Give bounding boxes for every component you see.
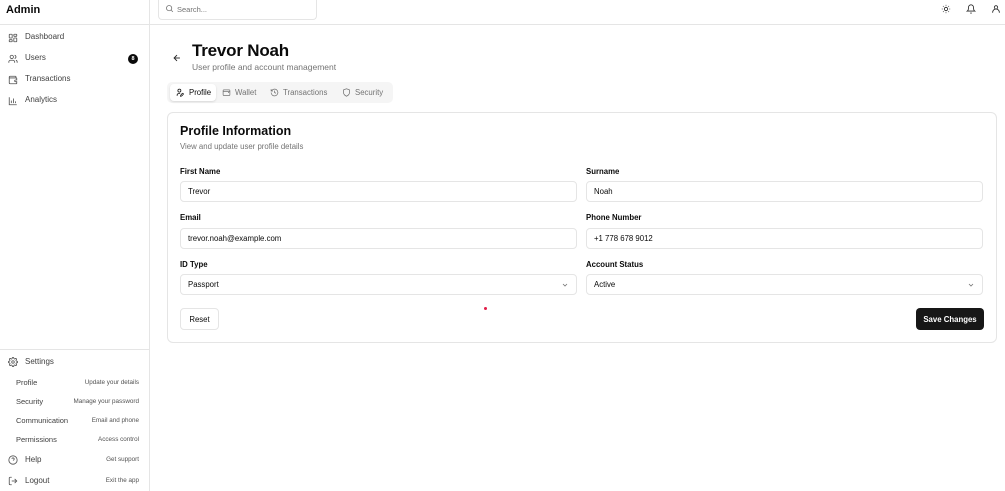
back-arrow-icon[interactable] — [172, 53, 182, 63]
sidebar-item-dashboard[interactable]: Dashboard — [0, 29, 149, 47]
sidebar-item-label: Dashboard — [25, 32, 65, 41]
id-type-select[interactable]: Passport — [180, 274, 577, 295]
bar-chart-icon — [8, 96, 18, 106]
gear-icon — [8, 357, 18, 367]
sidebar-item-settings[interactable]: Settings — [0, 354, 149, 370]
settings-item-label: Security — [16, 397, 44, 406]
search-box[interactable] — [158, 0, 317, 20]
settings-item-permissions[interactable]: Permissions Access control — [0, 433, 149, 447]
settings-item-profile[interactable]: Profile Update your details — [0, 376, 149, 390]
sidebar-item-label: Users — [25, 53, 46, 62]
users-count-badge: 8 — [128, 54, 138, 64]
settings-item-desc: Update your details — [84, 379, 139, 386]
settings-item-label: Profile — [16, 378, 38, 387]
user-pen-icon — [176, 88, 185, 97]
tab-security[interactable]: Security — [342, 84, 390, 101]
shield-icon — [342, 88, 351, 97]
history-icon — [270, 88, 279, 97]
user-icon[interactable] — [991, 4, 1001, 14]
settings-label: Settings — [25, 357, 54, 366]
sidebar-item-users[interactable]: Users 8 — [0, 50, 149, 68]
card-title: Profile Information — [180, 124, 292, 138]
sidebar-item-logout[interactable]: Logout Exit the app — [0, 473, 149, 489]
app-title: Admin — [6, 4, 41, 16]
divider — [0, 349, 150, 350]
page-title: Trevor Noah — [192, 41, 289, 60]
tab-label: Profile — [189, 88, 212, 97]
bell-icon[interactable] — [966, 4, 976, 14]
email-label: Email — [180, 213, 201, 222]
save-changes-button[interactable]: Save Changes — [916, 308, 984, 330]
tab-profile[interactable]: Profile — [170, 84, 216, 101]
help-label: Help — [25, 455, 42, 464]
sidebar-item-analytics[interactable]: Analytics — [0, 92, 149, 110]
email-field[interactable] — [180, 228, 577, 249]
logout-label: Logout — [25, 476, 50, 485]
chevron-down-icon — [967, 281, 975, 289]
help-desc: Get support — [106, 456, 139, 463]
profile-card: Profile Information View and update user… — [167, 112, 997, 343]
theme-toggle-sun-icon[interactable] — [941, 4, 951, 14]
reset-button[interactable]: Reset — [180, 308, 219, 330]
account-status-label: Account Status — [586, 260, 644, 269]
surname-label: Surname — [586, 167, 620, 176]
sidebar-item-label: Transactions — [25, 74, 71, 83]
sidebar: Admin Dashboard Users 8 Transactions Ana… — [0, 0, 150, 491]
tab-list: Profile Wallet Transactions Security — [167, 82, 393, 103]
chevron-down-icon — [561, 281, 569, 289]
sidebar-item-transactions[interactable]: Transactions — [0, 71, 149, 89]
first-name-label: First Name — [180, 167, 221, 176]
cursor-indicator — [484, 307, 487, 310]
settings-item-communication[interactable]: Communication Email and phone — [0, 414, 149, 428]
logout-desc: Exit the app — [105, 477, 139, 484]
settings-item-label: Communication — [16, 416, 69, 425]
surname-field[interactable] — [586, 181, 983, 202]
phone-field[interactable] — [586, 228, 983, 249]
phone-label: Phone Number — [586, 213, 642, 222]
tab-label: Transactions — [283, 88, 328, 97]
tab-label: Security — [355, 88, 384, 97]
search-icon — [165, 4, 174, 13]
divider — [0, 24, 150, 25]
wallet-icon — [222, 88, 231, 97]
tab-transactions[interactable]: Transactions — [270, 84, 336, 101]
help-circle-icon — [8, 455, 18, 465]
sidebar-item-help[interactable]: Help Get support — [0, 452, 149, 468]
account-status-value: Active — [594, 280, 616, 289]
page-subtitle: User profile and account management — [192, 62, 337, 72]
tab-wallet[interactable]: Wallet — [222, 84, 264, 101]
id-type-value: Passport — [188, 280, 219, 289]
first-name-field[interactable] — [180, 181, 577, 202]
settings-item-desc: Email and phone — [91, 417, 139, 424]
wallet-icon — [8, 75, 18, 85]
settings-item-desc: Access control — [98, 436, 139, 443]
settings-item-desc: Manage your password — [73, 398, 139, 405]
settings-item-security[interactable]: Security Manage your password — [0, 395, 149, 409]
logout-icon — [8, 476, 18, 486]
id-type-label: ID Type — [180, 260, 208, 269]
top-bar — [150, 0, 1005, 25]
users-icon — [8, 54, 18, 64]
tab-label: Wallet — [235, 88, 257, 97]
card-description: View and update user profile details — [180, 142, 304, 151]
settings-item-label: Permissions — [16, 435, 57, 444]
dashboard-icon — [8, 33, 18, 43]
sidebar-item-label: Analytics — [25, 95, 58, 104]
account-status-select[interactable]: Active — [586, 274, 983, 295]
search-input[interactable] — [177, 3, 307, 16]
